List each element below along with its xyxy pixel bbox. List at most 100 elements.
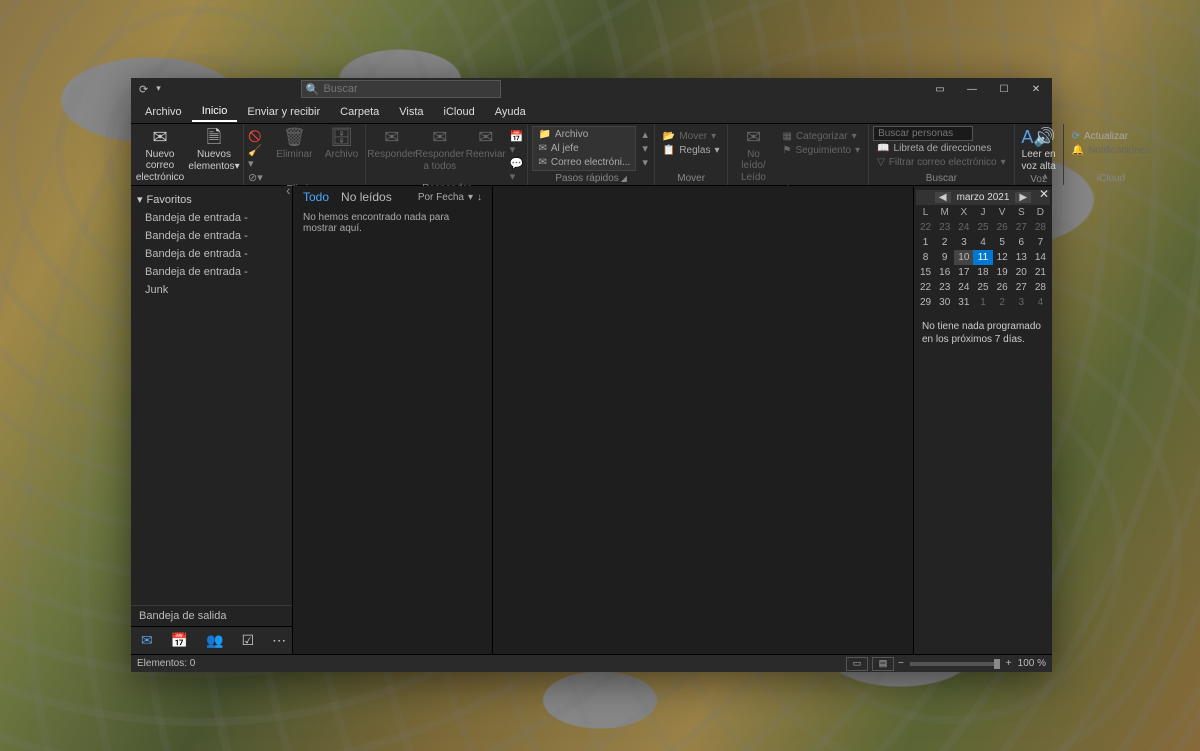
- collapse-nav-icon[interactable]: ‹: [286, 182, 291, 198]
- meeting-icon[interactable]: 📅▾: [510, 130, 524, 156]
- calendar-day[interactable]: 22: [916, 280, 935, 295]
- calendar-day[interactable]: 23: [935, 220, 954, 235]
- ribbon-display-options[interactable]: ▭: [924, 78, 956, 100]
- search-input[interactable]: [323, 83, 495, 95]
- tab-folder[interactable]: Carpeta: [330, 103, 389, 121]
- calendar-day[interactable]: 28: [1031, 220, 1050, 235]
- calendar-day[interactable]: 1: [973, 295, 992, 310]
- calendar-day[interactable]: 16: [935, 265, 954, 280]
- minimize-button[interactable]: —: [956, 78, 988, 100]
- search-box[interactable]: 🔍: [301, 80, 501, 98]
- calendar-day[interactable]: 17: [954, 265, 973, 280]
- quickstep-more-icon[interactable]: ▾: [642, 156, 648, 169]
- tab-view[interactable]: Vista: [389, 103, 433, 121]
- calendar-day[interactable]: 31: [954, 295, 973, 310]
- calendar-day[interactable]: 20: [1012, 265, 1031, 280]
- cleanup-icon[interactable]: 🧹▾: [248, 144, 266, 170]
- close-button[interactable]: ✕: [1020, 78, 1052, 100]
- filter-email-button[interactable]: ▽Filtrar correo electrónico▾: [873, 156, 1010, 169]
- reply-all-button[interactable]: ✉ Responder a todos: [418, 126, 462, 174]
- ignore-icon[interactable]: 🚫: [248, 130, 266, 143]
- zoom-out-icon[interactable]: −: [898, 658, 904, 669]
- address-book-button[interactable]: 📖Libreta de direcciones: [873, 142, 1010, 155]
- calendar-day[interactable]: 12: [993, 250, 1012, 265]
- categorize-button[interactable]: ▦Categorizar▾: [778, 130, 864, 143]
- sidebar-folder-item[interactable]: Bandeja de entrada -: [131, 245, 292, 263]
- quickstep-boss[interactable]: ✉Al jefe: [534, 142, 634, 155]
- tab-sendreceive[interactable]: Enviar y recibir: [237, 103, 330, 121]
- calendar-day[interactable]: 27: [1012, 220, 1031, 235]
- calendar-day[interactable]: 11: [973, 250, 992, 265]
- calendar-day[interactable]: 27: [1012, 280, 1031, 295]
- tab-help[interactable]: Ayuda: [485, 103, 536, 121]
- zoom-slider[interactable]: [910, 662, 1000, 666]
- calendar-day[interactable]: 19: [993, 265, 1012, 280]
- tab-file[interactable]: Archivo: [135, 103, 192, 121]
- calendar-day[interactable]: 9: [935, 250, 954, 265]
- archive-button[interactable]: 🗄 Archivo: [322, 126, 360, 162]
- unread-read-button[interactable]: ✉ No leído/ Leído: [732, 126, 774, 185]
- calendar-day[interactable]: 24: [954, 220, 973, 235]
- filter-all[interactable]: Todo: [303, 190, 329, 204]
- quickstep-archive[interactable]: 📁Archivo: [534, 128, 634, 141]
- calendar-module-icon[interactable]: 📅: [171, 632, 188, 649]
- calendar-day[interactable]: 28: [1031, 280, 1050, 295]
- people-module-icon[interactable]: 👥: [206, 632, 223, 649]
- calendar-day[interactable]: 13: [1012, 250, 1031, 265]
- favorites-header[interactable]: ▾ Favoritos: [131, 190, 292, 209]
- calendar-day[interactable]: 10: [954, 250, 973, 265]
- icloud-notifications-button[interactable]: 🔔Notificaciones: [1068, 144, 1155, 157]
- new-items-button[interactable]: 🗎 Nuevos elementos▾: [189, 126, 239, 174]
- junk-icon[interactable]: ⊘▾: [248, 171, 266, 184]
- calendar-day[interactable]: 29: [916, 295, 935, 310]
- calendar-day[interactable]: 25: [973, 220, 992, 235]
- new-mail-button[interactable]: ✉ Nuevo correo electrónico: [135, 126, 185, 185]
- calendar-day[interactable]: 3: [1012, 295, 1031, 310]
- calendar-day[interactable]: 21: [1031, 265, 1050, 280]
- collapse-ribbon-icon[interactable]: ˄: [1042, 172, 1048, 183]
- more-modules-icon[interactable]: ⋯: [272, 632, 286, 649]
- calendar-day[interactable]: 3: [954, 235, 973, 250]
- zoom-in-icon[interactable]: +: [1006, 658, 1012, 669]
- close-todo-bar-icon[interactable]: ✕: [1039, 187, 1049, 201]
- filter-unread[interactable]: No leídos: [341, 190, 392, 204]
- calendar-day[interactable]: 2: [935, 235, 954, 250]
- search-people-input[interactable]: [873, 126, 973, 141]
- im-icon[interactable]: 💬▾: [510, 157, 524, 183]
- calendar-day[interactable]: 26: [993, 280, 1012, 295]
- calendar-day[interactable]: 14: [1031, 250, 1050, 265]
- icloud-refresh-button[interactable]: ⟳Actualizar: [1068, 130, 1155, 143]
- quickstep-up-icon[interactable]: ▴: [642, 128, 648, 141]
- calendar-day[interactable]: 24: [954, 280, 973, 295]
- quickstep-down-icon[interactable]: ▾: [642, 142, 648, 155]
- tab-icloud[interactable]: iCloud: [434, 103, 485, 121]
- calendar-day[interactable]: 25: [973, 280, 992, 295]
- calendar-day[interactable]: 23: [935, 280, 954, 295]
- view-reading-button[interactable]: ▤: [872, 657, 894, 671]
- tasks-module-icon[interactable]: ☑: [242, 632, 255, 649]
- calendar-day[interactable]: 8: [916, 250, 935, 265]
- sort-button[interactable]: Por Fecha ▾ ↓: [418, 192, 482, 203]
- calendar-day[interactable]: 5: [993, 235, 1012, 250]
- qat-dropdown-icon[interactable]: ▾: [156, 83, 161, 96]
- view-normal-button[interactable]: ▭: [846, 657, 868, 671]
- delete-button[interactable]: 🗑 Eliminar: [270, 126, 318, 162]
- followup-button[interactable]: ⚑Seguimiento▾: [778, 144, 864, 157]
- sidebar-folder-item[interactable]: Junk: [131, 281, 292, 299]
- sidebar-folder-item[interactable]: Bandeja de entrada -: [131, 209, 292, 227]
- reply-button[interactable]: ✉ Responder: [370, 126, 414, 162]
- sidebar-folder-item[interactable]: Bandeja de entrada -: [131, 227, 292, 245]
- calendar-day[interactable]: 1: [916, 235, 935, 250]
- quickstep-email[interactable]: ✉Correo electróni...: [534, 156, 634, 169]
- calendar-day[interactable]: 6: [1012, 235, 1031, 250]
- calendar-prev-icon[interactable]: ◀: [935, 192, 951, 203]
- calendar-next-icon[interactable]: ▶: [1015, 192, 1031, 203]
- calendar-day[interactable]: 2: [993, 295, 1012, 310]
- forward-button[interactable]: ✉ Reenviar: [466, 126, 506, 162]
- read-aloud-button[interactable]: A🔊 Leer en voz alta: [1019, 126, 1059, 174]
- move-button[interactable]: 📂Mover▾: [659, 130, 724, 143]
- maximize-button[interactable]: ☐: [988, 78, 1020, 100]
- rules-button[interactable]: 📋Reglas▾: [659, 144, 724, 157]
- sync-icon[interactable]: ⟳: [139, 83, 148, 96]
- calendar-day[interactable]: 15: [916, 265, 935, 280]
